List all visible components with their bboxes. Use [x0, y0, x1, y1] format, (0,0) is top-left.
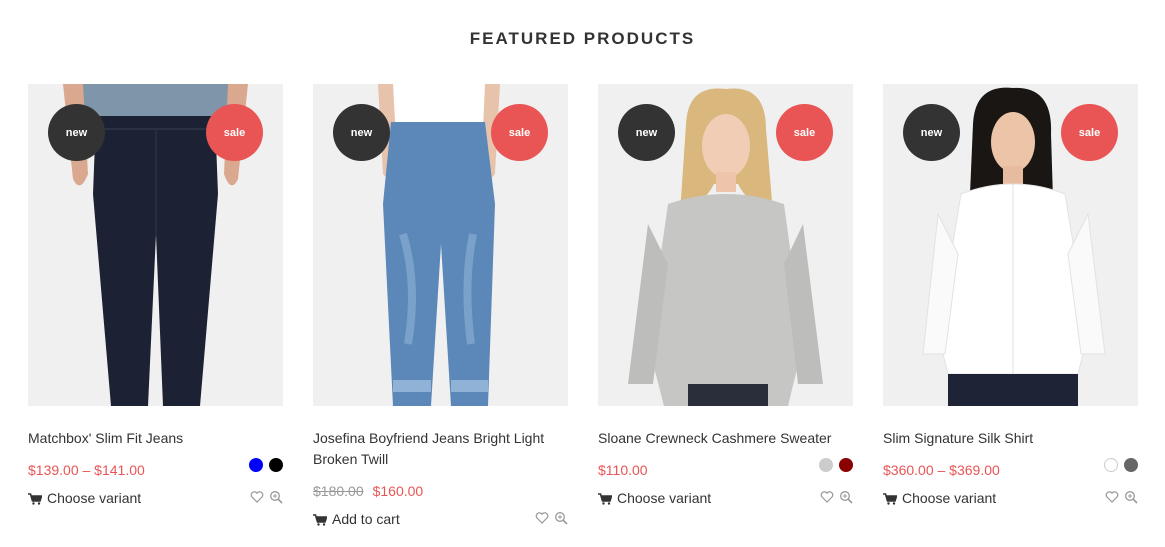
action-row: Choose variant [598, 487, 853, 508]
choose-variant-button[interactable]: Choose variant [28, 490, 141, 506]
price-row: $180.00 $160.00 [313, 480, 568, 501]
product-title[interactable]: Matchbox' Slim Fit Jeans [28, 428, 273, 449]
swatch-dark-grey[interactable] [1124, 458, 1138, 472]
heart-icon[interactable] [820, 490, 834, 504]
price-row: $110.00 [598, 458, 853, 480]
zoom-icon[interactable] [839, 490, 853, 504]
heart-icon[interactable] [1105, 490, 1119, 504]
product-card[interactable]: new sale Sloane Crewneck Cashmere Sweate… [598, 84, 853, 508]
add-to-cart-label: Add to cart [332, 510, 400, 527]
heart-icon[interactable] [250, 490, 264, 504]
product-actions [535, 511, 568, 525]
section-title: FEATURED PRODUCTS [469, 29, 696, 48]
new-badge: new [333, 104, 390, 161]
cart-icon [883, 492, 898, 505]
choose-variant-label: Choose variant [47, 489, 142, 506]
color-swatches [1104, 458, 1138, 472]
product-card[interactable]: new sale Slim Signature Silk Shirt $360.… [883, 84, 1138, 508]
product-title[interactable]: Josefina Boyfriend Jeans Bright Light Br… [313, 428, 558, 470]
heart-icon[interactable] [535, 511, 549, 525]
product-image-light-jeans[interactable]: new sale [313, 84, 568, 406]
new-badge: new [903, 104, 960, 161]
product-price: $139.00 – $141.00 [28, 461, 145, 478]
new-badge: new [48, 104, 105, 161]
product-price: $360.00 – $369.00 [883, 461, 1000, 478]
product-card[interactable]: new sale Josefina Boyfriend Jeans Bright… [313, 84, 568, 529]
zoom-icon[interactable] [269, 490, 283, 504]
choose-variant-button[interactable]: Choose variant [883, 490, 996, 506]
product-actions [820, 490, 853, 504]
sale-badge: sale [776, 104, 833, 161]
cart-icon [598, 492, 613, 505]
color-swatches [819, 458, 853, 472]
sale-badge: sale [206, 104, 263, 161]
product-title[interactable]: Sloane Crewneck Cashmere Sweater [598, 428, 843, 449]
swatch-dark-red[interactable] [839, 458, 853, 472]
product-card[interactable]: new sale Matchbox' Slim Fit Jeans $139.0… [28, 84, 283, 508]
product-actions [250, 490, 283, 504]
swatch-black[interactable] [269, 458, 283, 472]
cart-icon [28, 492, 43, 505]
product-image-white-shirt[interactable]: new sale [883, 84, 1138, 406]
color-swatches [249, 458, 283, 472]
action-row: Choose variant [883, 487, 1138, 508]
zoom-icon[interactable] [554, 511, 568, 525]
sale-badge: sale [1061, 104, 1118, 161]
action-row: Choose variant [28, 487, 283, 508]
choose-variant-label: Choose variant [617, 489, 712, 506]
product-actions [1105, 490, 1138, 504]
product-title[interactable]: Slim Signature Silk Shirt [883, 428, 1128, 449]
price-row: $360.00 – $369.00 [883, 458, 1138, 480]
product-price: $160.00 [372, 482, 424, 499]
action-row: Add to cart [313, 508, 568, 529]
choose-variant-button[interactable]: Choose variant [598, 490, 711, 506]
product-image-dark-jeans[interactable]: new sale [28, 84, 283, 406]
choose-variant-label: Choose variant [902, 489, 997, 506]
product-price: $110.00 [598, 461, 648, 478]
zoom-icon[interactable] [1124, 490, 1138, 504]
new-badge: new [618, 104, 675, 161]
price-row: $139.00 – $141.00 [28, 458, 283, 480]
swatch-blue[interactable] [249, 458, 263, 472]
swatch-white[interactable] [1104, 458, 1118, 472]
cart-icon [313, 513, 328, 526]
swatch-light-grey[interactable] [819, 458, 833, 472]
original-price: $180.00 [313, 482, 364, 499]
sale-badge: sale [491, 104, 548, 161]
add-to-cart-button[interactable]: Add to cart [313, 511, 400, 527]
product-image-grey-sweater[interactable]: new sale [598, 84, 853, 406]
